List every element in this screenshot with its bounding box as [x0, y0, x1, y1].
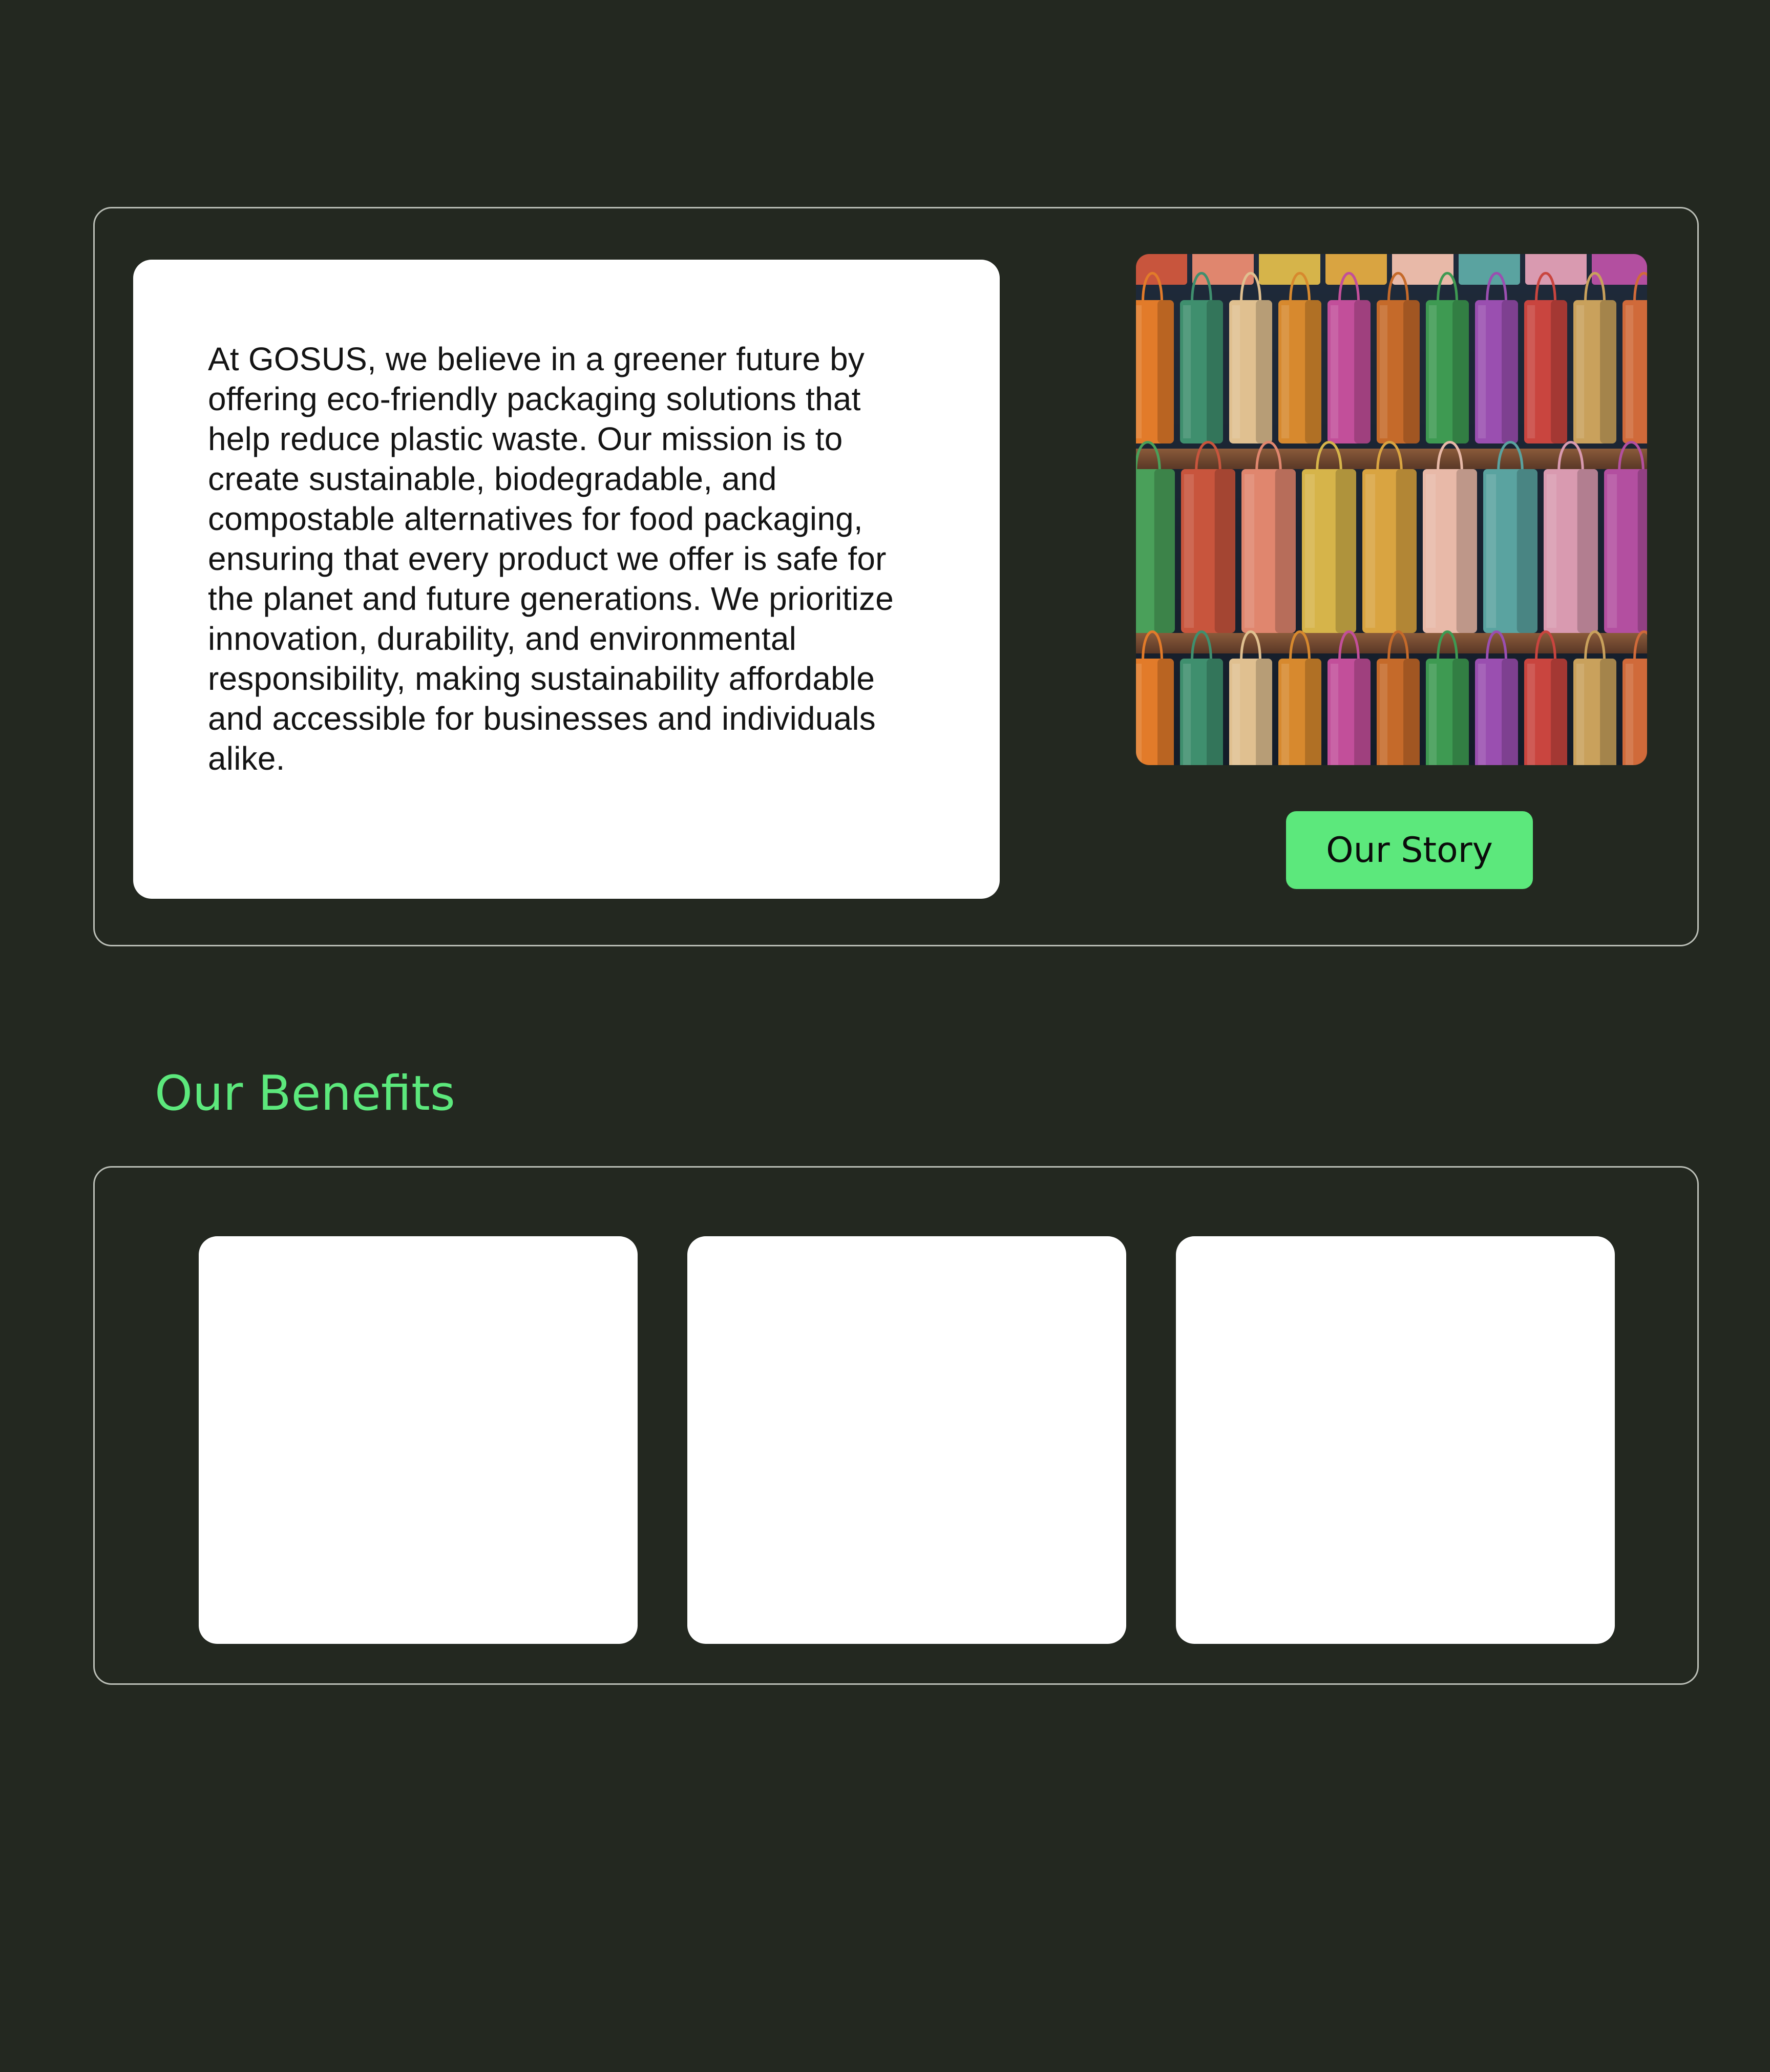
- shopping-bags-photo: [1136, 254, 1647, 765]
- shopping-bags-image: [1136, 254, 1647, 765]
- benefits-heading: Our Benefits: [155, 1066, 455, 1122]
- our-story-button[interactable]: Our Story: [1286, 811, 1533, 889]
- mission-text: At GOSUS, we believe in a greener future…: [208, 341, 894, 777]
- benefit-card: [199, 1236, 638, 1644]
- about-panel: At GOSUS, we believe in a greener future…: [93, 207, 1699, 946]
- mission-card: At GOSUS, we believe in a greener future…: [133, 260, 1000, 899]
- benefits-panel: [93, 1166, 1699, 1685]
- benefit-card: [687, 1236, 1126, 1644]
- benefit-card: [1176, 1236, 1615, 1644]
